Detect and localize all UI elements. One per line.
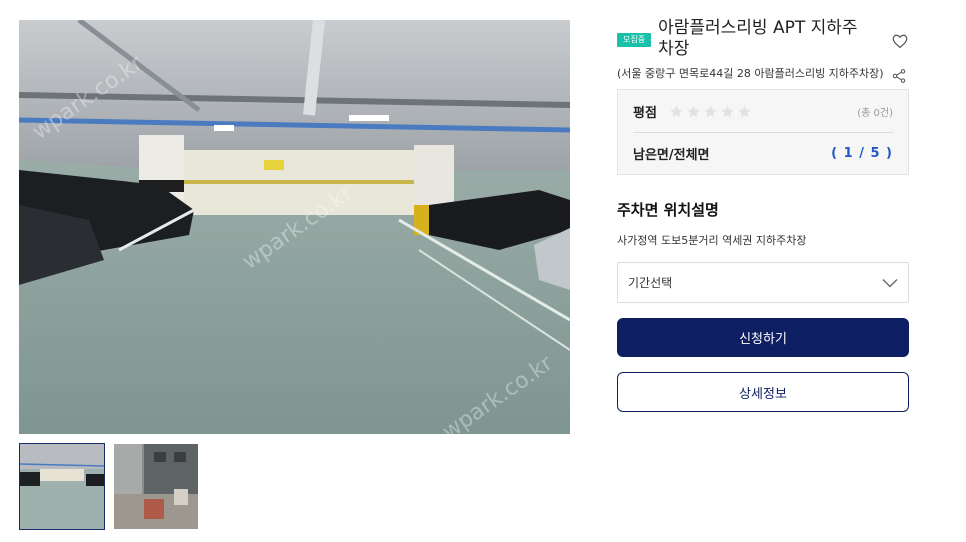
thumbnail-strip: [19, 443, 199, 530]
period-select-value: 기간선택: [628, 276, 673, 290]
rating-count: (총 0건): [857, 107, 893, 119]
title-row: 모집중 아람플러스리빙 APT 지하주차장: [617, 18, 909, 60]
star-icon: [687, 105, 700, 117]
spaces-label: 남은면/전체면: [633, 148, 710, 163]
listing-info-panel: 모집중 아람플러스리빙 APT 지하주차장 (서울 중랑구 면목로44길 28 …: [617, 18, 909, 412]
period-select[interactable]: 기간선택: [617, 262, 909, 303]
location-heading: 주차면 위치설명: [617, 201, 719, 219]
listing-title: 아람플러스리빙 APT 지하주차장: [658, 18, 858, 59]
spaces-ratio: ( 1 / 5 ): [831, 146, 893, 161]
rating-label: 평점: [633, 105, 657, 121]
chevron-down-icon: [882, 278, 898, 287]
share-icon[interactable]: [891, 68, 907, 84]
star-icon: [738, 105, 751, 117]
listing-address: (서울 중랑구 면목로44길 28 아람플러스리빙 지하주차장): [617, 67, 884, 80]
status-badge: 모집중: [617, 33, 652, 47]
rating-row: 평점 (총 0건): [633, 90, 893, 132]
apply-button[interactable]: 신청하기: [617, 318, 909, 357]
heart-icon[interactable]: [891, 32, 909, 50]
location-description: 사가정역 도보5분거리 역세권 지하주차장: [617, 234, 807, 247]
main-listing-photo: wpark.co.kr wpark.co.kr wpark.co.kr: [19, 20, 570, 434]
star-icon: [670, 105, 683, 117]
thumbnail-building-exterior[interactable]: [113, 443, 199, 530]
details-button[interactable]: 상세정보: [617, 372, 909, 412]
rating-stars: [669, 104, 752, 119]
address-row: (서울 중랑구 면목로44길 28 아람플러스리빙 지하주차장): [617, 66, 909, 84]
thumbnail-parking-garage[interactable]: [19, 443, 105, 530]
star-icon: [704, 105, 717, 117]
spaces-row: 남은면/전체면 ( 1 / 5 ): [633, 132, 893, 174]
listing-stats: 평점 (총 0건) 남은면/전체면 ( 1 / 5 ): [617, 89, 909, 175]
star-icon: [721, 105, 734, 117]
